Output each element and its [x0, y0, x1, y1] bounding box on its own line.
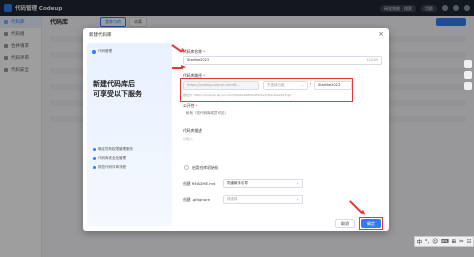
- dialog-title: 新建代码库: [89, 33, 112, 38]
- feature-item: 代码库安全及管理: [93, 156, 133, 161]
- cancel-button[interactable]: 取消: [335, 219, 355, 228]
- gitignore-select[interactable]: 请选择 ⌄: [223, 195, 303, 204]
- dialog-promo-panel: 代码管理 新建代码库后 可享受以下服务 确定您有权限管理服务 代码库安全及管理 …: [87, 43, 172, 226]
- ime-toolbar: 中 °, ☺ ⌨ ⊞ ✂ ☷: [414, 236, 474, 247]
- required-mark: *: [195, 103, 198, 108]
- readme-select[interactable]: 同道新手引导 ⌄: [223, 179, 303, 188]
- readme-label: 创建 README.md: [183, 181, 216, 186]
- doc-icon[interactable]: [464, 82, 472, 90]
- required-mark: *: [203, 49, 206, 54]
- highlight-box: [180, 78, 353, 102]
- highlight-box: [359, 217, 383, 230]
- chevron-down-icon: ⌄: [296, 181, 299, 185]
- visibility-value: 私有（仅代码库成员可见）: [186, 111, 228, 115]
- repo-name-value: Starlike2023: [187, 58, 210, 62]
- init-toggle[interactable]: [184, 165, 189, 170]
- annotation-arrow-head: [181, 64, 186, 69]
- check-icon: [93, 148, 96, 151]
- gitignore-value: 请选择: [227, 197, 238, 201]
- promo-logo: 代码管理: [92, 49, 112, 54]
- emoji-icon[interactable]: ☺: [432, 239, 438, 245]
- visibility-label-text: 公开性: [183, 103, 195, 108]
- visibility-select[interactable]: 私有（仅代码库成员可见）: [183, 110, 243, 119]
- chevron-down-icon: ⌄: [296, 197, 299, 201]
- chat-icon[interactable]: [464, 60, 472, 68]
- name-counter: 12/100: [366, 58, 378, 62]
- description-label: 代码库描述: [183, 128, 202, 133]
- gitignore-label: 创建 .gitignore: [183, 197, 210, 202]
- grid-icon[interactable]: ⊞: [452, 239, 457, 245]
- feedback-icon[interactable]: [464, 71, 472, 79]
- scissors-icon[interactable]: ✂: [459, 239, 464, 245]
- feature-text: 代码库安全及管理: [98, 156, 126, 160]
- visibility-label: 公开性 *: [183, 103, 198, 109]
- feature-item: 规范代码评审流程: [93, 165, 133, 170]
- menu-icon[interactable]: ☷: [467, 239, 472, 245]
- feature-item: 确定您有权限管理服务: [93, 147, 133, 152]
- check-icon: [93, 166, 96, 169]
- close-icon[interactable]: ×: [378, 30, 384, 38]
- repo-name-input[interactable]: Starlike2023 12/100: [183, 56, 382, 65]
- codeup-logo-icon: [92, 49, 96, 54]
- promo-features: 确定您有权限管理服务 代码库安全及管理 规范代码评审流程: [93, 147, 133, 170]
- init-label: 启用仓库初始化: [192, 165, 219, 170]
- new-repo-dialog: 新建代码库 × 代码管理 新建代码库后 可享受以下服务 确定您有权限管理服务 代…: [83, 28, 389, 231]
- promo-logo-text: 代码管理: [98, 49, 112, 53]
- side-toolbar: [464, 60, 473, 90]
- readme-value: 同道新手引导: [227, 181, 248, 185]
- description-textarea[interactable]: 请输入: [183, 136, 382, 154]
- promo-headline: 新建代码库后 可享受以下服务: [93, 80, 142, 98]
- ime-punct[interactable]: °,: [425, 239, 430, 245]
- ime-lang[interactable]: 中: [416, 238, 422, 246]
- check-icon: [93, 157, 96, 160]
- feature-text: 规范代码评审流程: [98, 165, 126, 169]
- feature-text: 确定您有权限管理服务: [98, 147, 133, 151]
- keyboard-icon[interactable]: ⌨: [441, 239, 449, 245]
